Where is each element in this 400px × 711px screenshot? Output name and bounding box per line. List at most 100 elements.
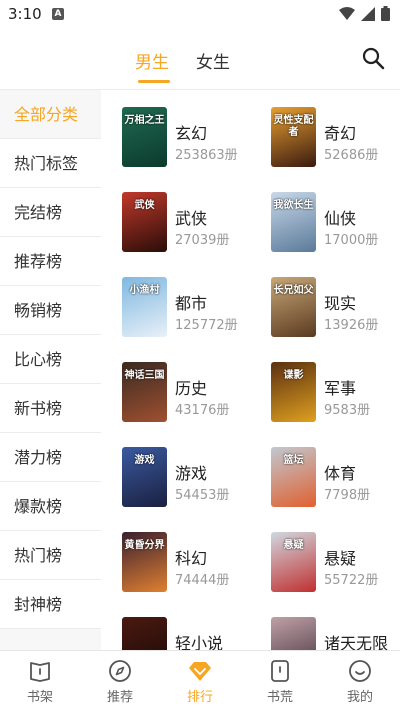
category-grid: 万相之王 玄幻 253863册 灵性支配者 奇幻 52686册 武侠 武侠 27… [101,90,400,650]
category-item[interactable]: 轻小说 [122,617,262,650]
category-name: 军事 [324,379,357,398]
bookshelf-icon [30,662,50,682]
cover-title: 小渔村 [129,285,160,296]
book-cover: 篮坛 [271,447,316,507]
sidebar-item-label: 完结榜 [14,203,63,222]
tab-active-indicator [138,80,170,83]
category-count: 17000册 [324,233,379,248]
category-count: 54453册 [175,488,230,503]
category-count: 27039册 [175,233,230,248]
category-item[interactable]: 灵性支配者 奇幻 52686册 [271,107,400,177]
nav-mine[interactable]: 我的 [330,659,390,705]
category-item[interactable]: 神话三国 历史 43176册 [122,362,262,432]
battery-icon [381,6,390,21]
cover-title: 篮坛 [283,455,304,466]
tab-male[interactable]: 男生 [135,48,169,73]
cover-title: 悬疑 [283,540,304,551]
book-cover: 小渔村 [122,277,167,337]
category-item[interactable]: 武侠 武侠 27039册 [122,192,262,262]
status-bar: 3:10 A [0,0,400,28]
category-name: 仙侠 [324,209,357,228]
sidebar-item-hall-of-fame[interactable]: 封神榜 [0,580,101,629]
category-count: 7798册 [324,488,371,503]
category-name: 历史 [175,379,208,398]
book-cover: 悬疑 [271,532,316,592]
nav-label: 书荒 [266,690,293,705]
nav-book-wasteland[interactable]: 书荒 [250,659,310,705]
sidebar-item-bestseller[interactable]: 畅销榜 [0,286,101,335]
book-cover: 谍影 [271,362,316,422]
sidebar-item-label: 潜力榜 [14,448,63,467]
sidebar-item-label: 封神榜 [14,595,63,614]
cover-title: 武侠 [134,200,155,211]
sidebar-item-new-books[interactable]: 新书榜 [0,384,101,433]
compass-icon [109,660,131,682]
category-item[interactable]: 小渔村 都市 125772册 [122,277,262,347]
nav-label: 排行 [186,690,213,705]
sidebar-item-popular[interactable]: 热门榜 [0,531,101,580]
category-item[interactable]: 长兄如父 现实 13926册 [271,277,400,347]
status-time: 3:10 [8,5,42,23]
book-cover: 游戏 [122,447,167,507]
category-item[interactable]: 黄昏分界 科幻 74444册 [122,532,262,602]
cover-title: 灵性支配者 [273,115,314,138]
book-cover: 我欲长生 [271,192,316,252]
book-cover [122,617,167,650]
category-name: 奇幻 [324,124,357,143]
sidebar-item-heart[interactable]: 比心榜 [0,335,101,384]
category-name: 武侠 [175,209,208,228]
sidebar-item-label: 比心榜 [14,350,63,369]
book-cover: 武侠 [122,192,167,252]
category-item[interactable]: 篮坛 体育 7798册 [271,447,400,517]
category-count: 74444册 [175,573,230,588]
category-count: 9583册 [324,403,371,418]
category-count: 43176册 [175,403,230,418]
bottom-nav: 书架 推荐 排行 书荒 我的 [0,650,400,711]
sidebar-item-label: 爆款榜 [14,497,63,516]
nav-bookshelf[interactable]: 书架 [10,659,70,705]
sidebar-item-potential[interactable]: 潜力榜 [0,433,101,482]
category-name: 体育 [324,464,357,483]
diamond-icon [189,662,211,681]
category-item[interactable]: 谍影 军事 9583册 [271,362,400,432]
category-item[interactable]: 悬疑 悬疑 55722册 [271,532,400,602]
sidebar-item-all-categories[interactable]: 全部分类 [0,90,101,139]
sidebar-item-label: 推荐榜 [14,252,63,271]
book-cover: 灵性支配者 [271,107,316,167]
sidebar-item-viral[interactable]: 爆款榜 [0,482,101,531]
category-name: 诸天无限 [324,634,389,650]
nav-recommend[interactable]: 推荐 [90,659,150,705]
search-icon[interactable] [361,46,385,70]
category-count: 55722册 [324,573,379,588]
tab-female[interactable]: 女生 [196,48,230,73]
category-count: 52686册 [324,148,379,163]
book-cover: 神话三国 [122,362,167,422]
book-cover: 黄昏分界 [122,532,167,592]
category-count: 125772册 [175,318,238,333]
smile-icon [349,660,371,682]
cover-title: 谍影 [283,370,304,381]
sidebar-item-completed[interactable]: 完结榜 [0,188,101,237]
gender-tabs: 男生 女生 [0,28,400,90]
cover-title: 我欲长生 [273,200,314,211]
status-icons [339,6,390,21]
category-item[interactable]: 万相之王 玄幻 253863册 [122,107,262,177]
book-cover: 长兄如父 [271,277,316,337]
sidebar-item-recommended[interactable]: 推荐榜 [0,237,101,286]
sidebar-item-label: 新书榜 [14,399,63,418]
signal-icon [361,6,375,21]
sidebar-item-label: 畅销榜 [14,301,63,320]
nav-rank[interactable]: 排行 [170,659,230,705]
category-item[interactable]: 诸天无限 [271,617,400,650]
category-name: 科幻 [175,549,208,568]
cover-title: 万相之王 [124,115,165,126]
category-name: 现实 [324,294,357,313]
category-name: 玄幻 [175,124,208,143]
sidebar-item-hot-tags[interactable]: 热门标签 [0,139,101,188]
category-item[interactable]: 游戏 游戏 54453册 [122,447,262,517]
sidebar-item-label: 全部分类 [14,105,79,124]
category-item[interactable]: 我欲长生 仙侠 17000册 [271,192,400,262]
cover-title: 神话三国 [124,370,165,381]
nav-label: 书架 [26,690,53,705]
cover-title: 黄昏分界 [124,540,165,551]
